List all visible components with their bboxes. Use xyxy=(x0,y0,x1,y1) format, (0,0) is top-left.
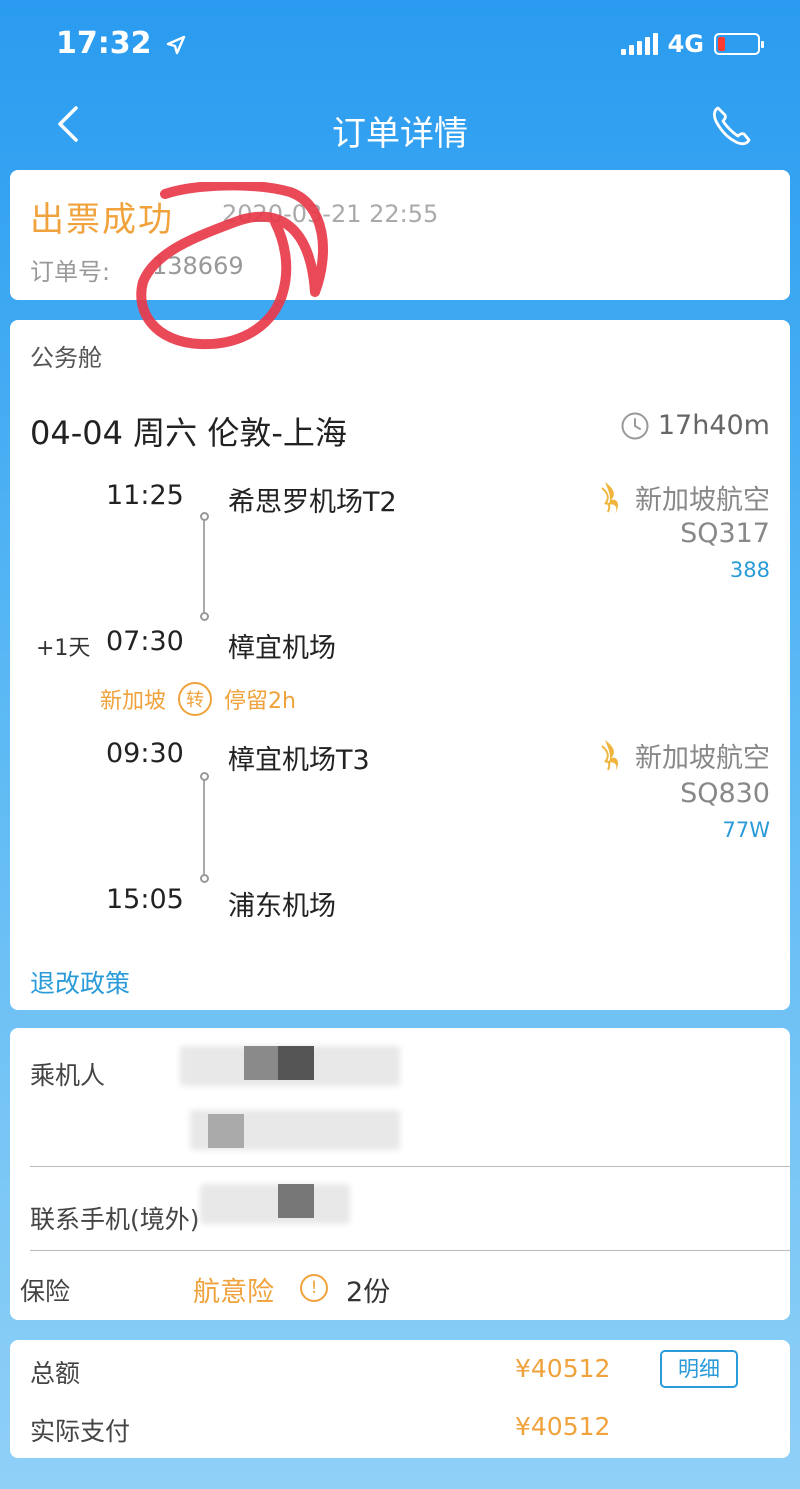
segment1-depart-airport: 希思罗机场T2 xyxy=(228,487,397,518)
info-icon[interactable]: ! xyxy=(300,1274,328,1302)
contact-phone-label: 联系手机(境外) xyxy=(30,1205,200,1234)
payment-card: 总额 ¥40512 明细 实际支付 ¥40512 xyxy=(10,1340,790,1458)
segment1-airline-name: 新加坡航空 xyxy=(635,485,770,516)
duration-text: 17h40m xyxy=(657,410,770,441)
mosaic-block xyxy=(278,1046,314,1080)
divider xyxy=(30,1166,790,1167)
network-type: 4G xyxy=(667,30,704,58)
signal-icon xyxy=(620,33,658,55)
refund-change-policy-link[interactable]: 退改政策 xyxy=(30,964,130,1000)
paid-amount: ¥40512 xyxy=(515,1412,611,1441)
segment1-airline: 新加坡航空 xyxy=(599,478,770,517)
flight-duration: 17h40m xyxy=(620,410,770,441)
paid-label: 实际支付 xyxy=(30,1417,131,1446)
ticket-status: 出票成功 xyxy=(30,200,174,240)
mosaic-block xyxy=(278,1184,314,1218)
order-status-card: 出票成功 2020-03-21 22:55 订单号: 138669 xyxy=(10,170,790,300)
segment2-arrive-airport: 浦东机场 xyxy=(228,891,336,922)
location-arrow-icon xyxy=(166,35,186,54)
clock-icon xyxy=(621,412,649,439)
segment2-arrive-time: 15:05 xyxy=(106,884,184,915)
segment1-timeline xyxy=(200,512,209,622)
segment2-depart-airport: 樟宜机场T3 xyxy=(228,745,370,776)
insurance-label: 保险 xyxy=(20,1277,71,1306)
segment1-day-offset: +1天 xyxy=(36,636,91,661)
order-number-label: 订单号: xyxy=(30,258,111,286)
insurance-count: 2份 xyxy=(346,1277,391,1308)
total-amount: ¥40512 xyxy=(515,1354,611,1383)
segment1-aircraft: 388 xyxy=(729,558,770,582)
phone-icon[interactable] xyxy=(708,102,756,150)
nav-bar: 订单详情 xyxy=(0,90,800,170)
order-number: 138669 xyxy=(152,252,244,280)
order-date: 2020-03-21 22:55 xyxy=(222,200,439,228)
status-indicators: 4G xyxy=(620,30,764,58)
transfer-info: 新加坡 转 停留2h xyxy=(100,682,296,716)
status-time: 17:32 xyxy=(56,26,186,61)
passenger-label: 乘机人 xyxy=(30,1061,106,1090)
singapore-airlines-logo-icon xyxy=(601,739,618,772)
segment2-aircraft: 77W xyxy=(722,818,771,842)
insurance-name[interactable]: 航意险 xyxy=(193,1270,274,1309)
mosaic-block xyxy=(208,1114,244,1148)
segment2-airline: 新加坡航空 xyxy=(599,736,770,775)
total-label: 总额 xyxy=(30,1359,81,1388)
segment1-arrive-airport: 樟宜机场 xyxy=(228,633,336,664)
segment1-depart-time: 11:25 xyxy=(106,480,184,511)
cabin-class: 公务舱 xyxy=(30,344,102,372)
segment1-arrive-time: 07:30 xyxy=(106,626,184,657)
segment2-depart-time: 09:30 xyxy=(106,738,184,769)
transfer-city: 新加坡 xyxy=(100,689,167,714)
status-bar: 17:32 4G xyxy=(0,0,800,90)
redacted-phone-number xyxy=(200,1184,350,1224)
page-title: 订单详情 xyxy=(332,114,468,154)
segment2-timeline xyxy=(200,772,209,884)
flight-card: 公务舱 04-04 周六 伦敦-上海 17h40m 11:25 希思罗机场T2 … xyxy=(10,320,790,1010)
singapore-airlines-logo-icon xyxy=(601,481,618,514)
flight-route: 04-04 周六 伦敦-上海 xyxy=(30,414,347,452)
divider xyxy=(30,1250,790,1251)
battery-icon xyxy=(714,33,764,55)
mosaic-block xyxy=(244,1046,280,1080)
segment1-flight-number: SQ317 xyxy=(680,518,770,549)
segment2-flight-number: SQ830 xyxy=(680,778,770,809)
status-time-text: 17:32 xyxy=(56,26,152,61)
segment2-airline-name: 新加坡航空 xyxy=(635,743,770,774)
transfer-badge: 转 xyxy=(178,682,213,716)
passenger-card: 乘机人 联系手机(境外) 保险 航意险 ! 2份 xyxy=(10,1028,790,1320)
detail-button[interactable]: 明细 xyxy=(660,1350,738,1388)
transfer-stay: 停留2h xyxy=(224,689,296,714)
